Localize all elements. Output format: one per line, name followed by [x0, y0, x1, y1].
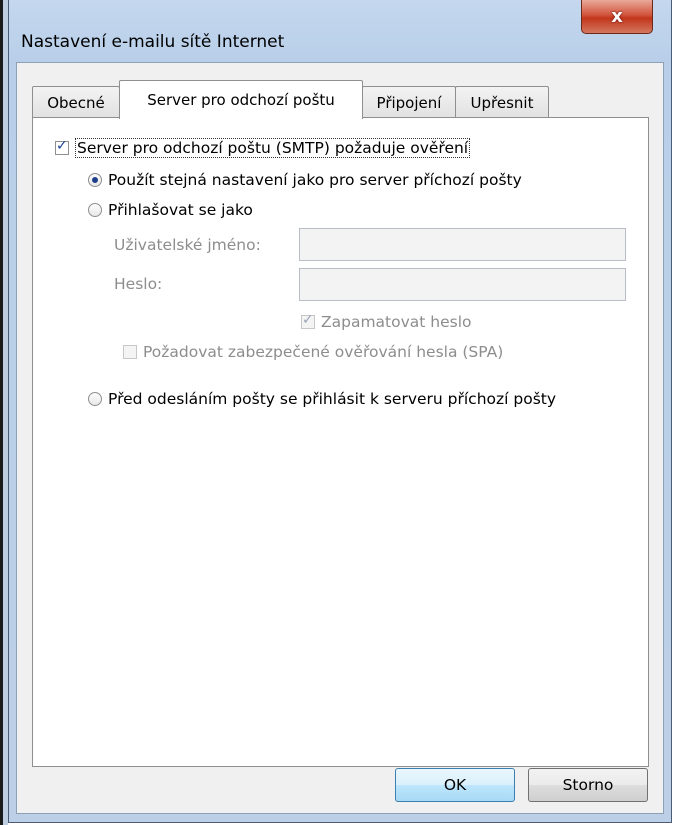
login-before-send-label: Před odesláním pošty se přihlásit k serv… — [108, 390, 557, 408]
ok-button-label: OK — [443, 776, 467, 794]
login-as-radio[interactable] — [88, 203, 102, 217]
spa-row[interactable]: Požadovat zabezpečené ověřování hesla (S… — [123, 343, 503, 361]
tab-outgoing-server[interactable]: Server pro odchozí poštu — [119, 80, 363, 119]
tab-general[interactable]: Obecné — [32, 86, 120, 118]
tab-label: Připojení — [376, 93, 442, 112]
login-before-send-row[interactable]: Před odesláním pošty se přihlásit k serv… — [88, 390, 556, 408]
close-icon: x — [611, 6, 623, 27]
tab-advanced[interactable]: Upřesnit — [455, 86, 549, 118]
remember-password-checkbox[interactable] — [301, 312, 315, 329]
login-before-send-radio[interactable] — [88, 392, 102, 406]
username-label: Uživatelské jméno: — [114, 236, 261, 254]
ok-button[interactable]: OK — [395, 768, 515, 802]
smtp-auth-label: Server pro odchozí poštu (SMTP) požaduje… — [75, 138, 471, 158]
use-same-settings-label: Použít stejná nastavení jako pro server … — [108, 171, 522, 189]
password-label-row: Heslo: — [114, 275, 162, 293]
password-input[interactable] — [299, 268, 626, 301]
tab-panel: Server pro odchozí poštu (SMTP) požaduje… — [32, 117, 649, 767]
username-label-row: Uživatelské jméno: — [114, 236, 261, 254]
smtp-auth-checkbox[interactable] — [55, 138, 69, 155]
remember-password-row[interactable]: Zapamatovat heslo — [301, 312, 472, 331]
dialog-window: Nastavení e-mailu sítě Internet x Obecné… — [8, 0, 672, 823]
login-as-row[interactable]: Přihlašovat se jako — [88, 201, 253, 219]
window-title: Nastavení e-mailu sítě Internet — [21, 32, 285, 52]
username-input[interactable] — [299, 228, 626, 261]
cancel-button[interactable]: Storno — [528, 768, 648, 802]
tab-connection[interactable]: Připojení — [362, 86, 456, 118]
use-same-settings-radio[interactable] — [88, 173, 102, 187]
tab-label: Server pro odchozí poštu — [147, 91, 335, 109]
use-same-settings-row[interactable]: Použít stejná nastavení jako pro server … — [88, 171, 522, 189]
remember-password-label: Zapamatovat heslo — [321, 313, 472, 331]
cancel-button-label: Storno — [562, 776, 614, 794]
spa-checkbox[interactable] — [123, 345, 137, 359]
tab-label: Obecné — [47, 93, 105, 112]
dialog-content: Obecné Server pro odchozí poštu Připojen… — [16, 62, 664, 814]
smtp-auth-row[interactable]: Server pro odchozí poštu (SMTP) požaduje… — [55, 138, 471, 158]
login-as-label: Přihlašovat se jako — [108, 201, 253, 219]
close-button[interactable]: x — [581, 0, 653, 34]
password-label: Heslo: — [114, 275, 163, 293]
background-window-edge — [0, 0, 8, 825]
spa-label: Požadovat zabezpečené ověřování hesla (S… — [143, 343, 504, 361]
tab-label: Upřesnit — [470, 93, 534, 112]
